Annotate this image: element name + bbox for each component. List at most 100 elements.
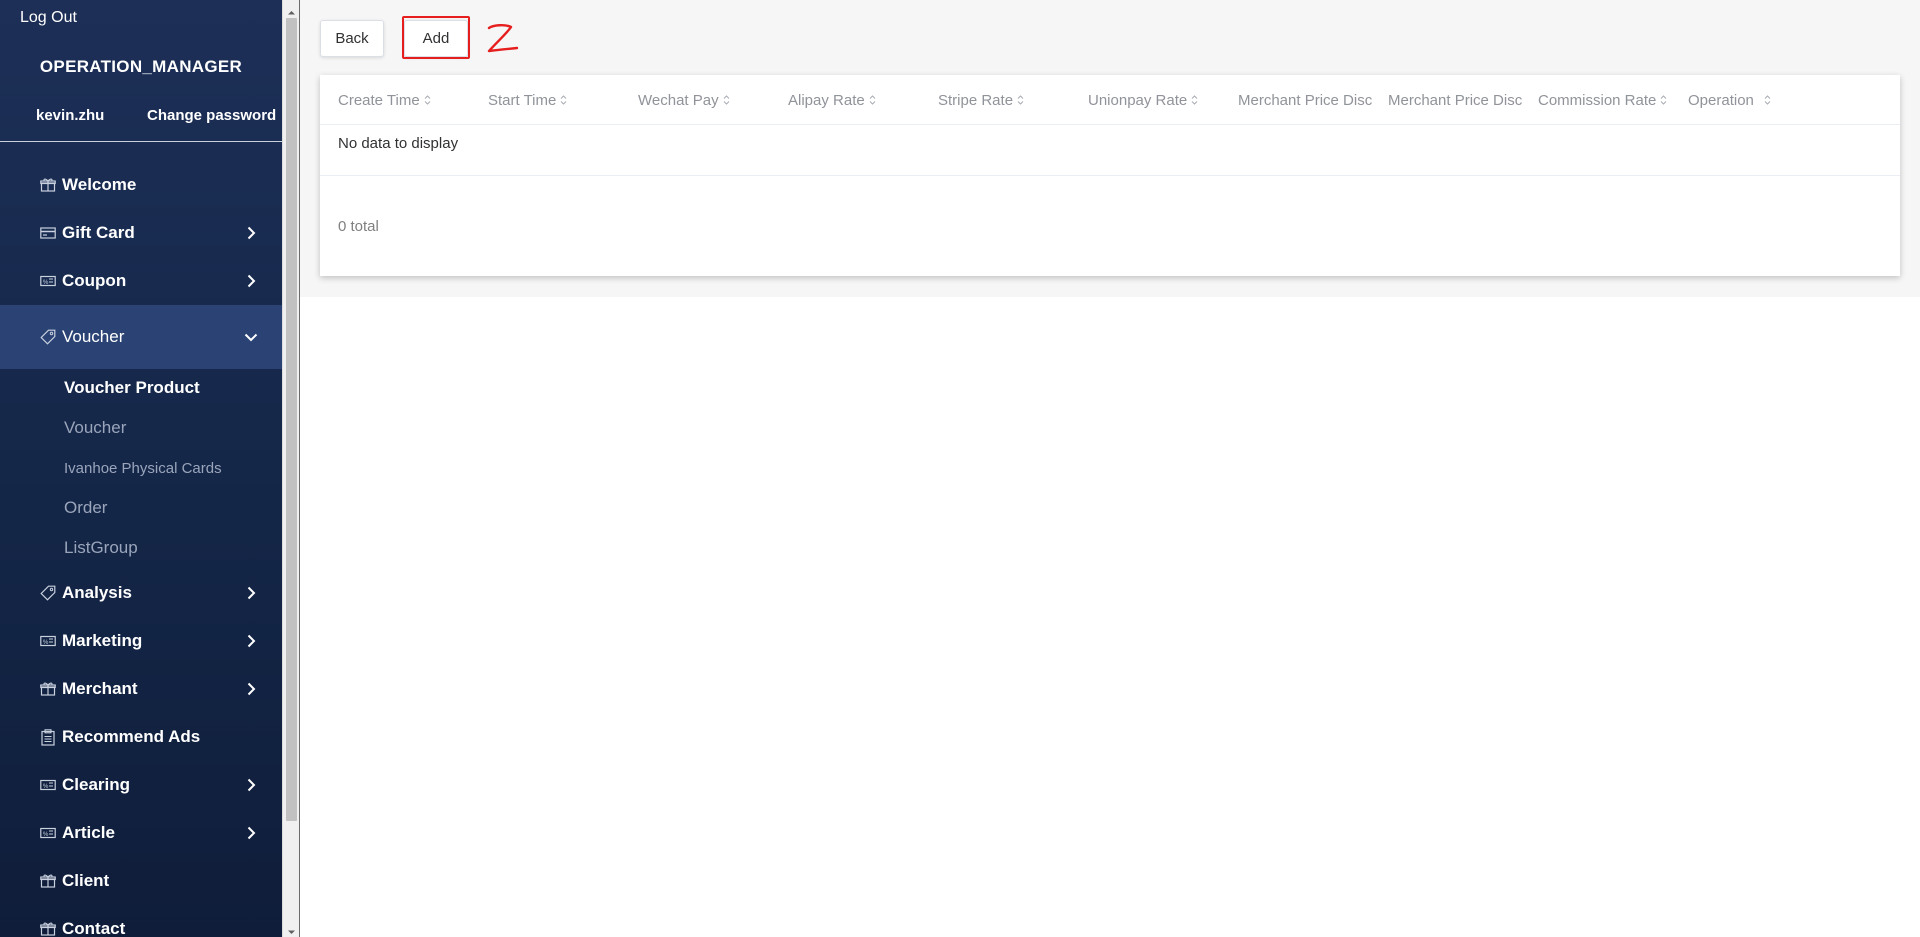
column-header-label: Merchant Price Discount [1388,91,1522,109]
sidebar-item-label: Recommend Ads [62,727,201,746]
column-header-wechat-pay[interactable]: Wechat Pay [638,75,778,125]
sidebar-item-merchant[interactable]: Merchant [0,667,282,711]
ticket-icon: % [40,273,56,289]
sidebar-item-marketing[interactable]: % Marketing [0,619,282,663]
sidebar-subitem-ivanhoe-physical-cards[interactable]: Ivanhoe Physical Cards [64,460,222,477]
add-button[interactable]: Add [404,20,468,57]
sidebar-item-client[interactable]: Client [0,859,282,903]
svg-text:%: % [43,280,49,286]
svg-text:%: % [43,640,49,646]
sidebar-item-contact[interactable]: Contact [0,907,282,937]
column-header-merchant-price-discount-1[interactable]: Merchant Price Discount [1238,75,1372,125]
svg-text:%: % [43,832,49,838]
scroll-up-arrow-icon[interactable] [287,4,296,15]
chevron-right-icon [244,586,258,600]
sidebar-subitem-voucher[interactable]: Voucher [64,418,126,438]
sidebar-divider [0,141,282,142]
sort-icon [723,95,729,105]
column-header-label: Start Time [488,91,557,109]
sidebar-item-analysis[interactable]: Analysis [0,571,282,615]
tag-icon [40,585,56,601]
column-header-label: Unionpay Rate [1088,91,1188,109]
sidebar-item-label: Contact [62,919,126,937]
sidebar-item-label: Voucher [62,327,125,346]
sidebar-scrollbar[interactable] [282,0,299,937]
sidebar-subitem-listgroup[interactable]: ListGroup [64,538,138,558]
column-header-label: Merchant Price Discount [1238,91,1372,109]
svg-text:%: % [43,784,49,790]
clipboard-icon [40,728,56,746]
column-header-unionpay-rate[interactable]: Unionpay Rate [1088,75,1228,125]
ticket-icon: % [40,633,56,649]
chevron-right-icon [244,826,258,840]
sidebar-item-coupon[interactable]: % Coupon [0,259,282,303]
back-button[interactable]: Back [320,20,384,57]
sort-icon [1017,95,1024,105]
gift-box-icon [40,681,56,697]
voucher-product-table: Create Time Start Time Wechat Pay Alipay… [320,75,1900,276]
sidebar-item-label: Analysis [62,583,132,602]
annotation-step-number: 2 [487,24,519,53]
chevron-right-icon [244,778,258,792]
sort-icon [869,95,876,105]
card-icon [40,225,56,241]
sort-icon [424,95,431,105]
ticket-icon: % [40,825,56,841]
sidebar-item-article[interactable]: % Article [0,811,282,855]
column-header-merchant-price-discount-2[interactable]: Merchant Price Discount [1388,75,1522,125]
chevron-right-icon [244,634,258,648]
scrollbar-thumb[interactable] [286,18,297,821]
column-header-label: Wechat Pay [638,91,719,109]
column-header-label: Create Time [338,91,420,109]
sort-icon [1661,95,1667,105]
change-password-link[interactable]: Change password [147,107,276,124]
sidebar-item-label: Article [62,823,115,842]
sort-icon [561,95,567,105]
sidebar-subitem-order[interactable]: Order [64,498,107,518]
chevron-down-icon [244,330,258,344]
column-header-operation[interactable]: Operation [1688,75,1828,125]
column-header-label: Operation [1688,91,1754,109]
main-content: Back Add Create Time Start Time Wechat P… [300,0,1920,937]
user-row: kevin.zhu Change password [0,107,282,133]
table-header: Create Time Start Time Wechat Pay Alipay… [320,75,1900,125]
sidebar-item-label: Clearing [62,775,131,794]
ticket-icon: % [40,777,56,793]
username: kevin.zhu [36,107,105,124]
sidebar-subitem-voucher-product[interactable]: Voucher Product [64,378,200,398]
sort-icon [1764,95,1771,105]
tag-icon [40,329,56,345]
sidebar-item-label: Welcome [62,175,137,194]
column-header-create-time[interactable]: Create Time [338,75,478,125]
chevron-right-icon [244,226,258,240]
logout-link[interactable]: Log Out [20,9,77,27]
sidebar-item-label: Marketing [62,631,143,650]
column-header-commission-rate[interactable]: Commission Rate [1538,75,1678,125]
sidebar-item-label: Gift Card [62,223,135,242]
gift-box-icon [40,873,56,889]
sidebar-item-label: Coupon [62,271,127,290]
empty-table-message: No data to display [338,135,459,152]
sidebar-item-clearing[interactable]: % Clearing [0,763,282,807]
user-role: OPERATION_MANAGER [39,57,243,76]
sidebar-item-label: Merchant [62,679,138,698]
sidebar-item-gift-card[interactable]: Gift Card [0,211,282,255]
column-header-start-time[interactable]: Start Time [488,75,628,125]
scroll-down-arrow-icon[interactable] [287,924,296,934]
sidebar: Log Out OPERATION_MANAGER kevin.zhu Chan… [0,0,282,937]
column-header-alipay-rate[interactable]: Alipay Rate [788,75,928,125]
column-header-label: Alipay Rate [788,91,865,109]
sidebar-item-voucher[interactable]: Voucher [0,305,282,369]
chevron-right-icon [244,274,258,288]
table-divider [320,175,1900,176]
column-header-stripe-rate[interactable]: Stripe Rate [938,75,1078,125]
column-header-label: Commission Rate [1538,91,1657,109]
chevron-right-icon [244,682,258,696]
sort-icon [1191,95,1198,105]
gift-box-icon [40,177,56,193]
gift-box-icon [40,921,56,937]
pagination-total: 0 total [338,218,379,235]
sidebar-item-recommend-ads[interactable]: Recommend Ads [0,715,282,759]
sidebar-item-label: Client [62,871,110,890]
sidebar-item-welcome[interactable]: Welcome [0,163,282,207]
